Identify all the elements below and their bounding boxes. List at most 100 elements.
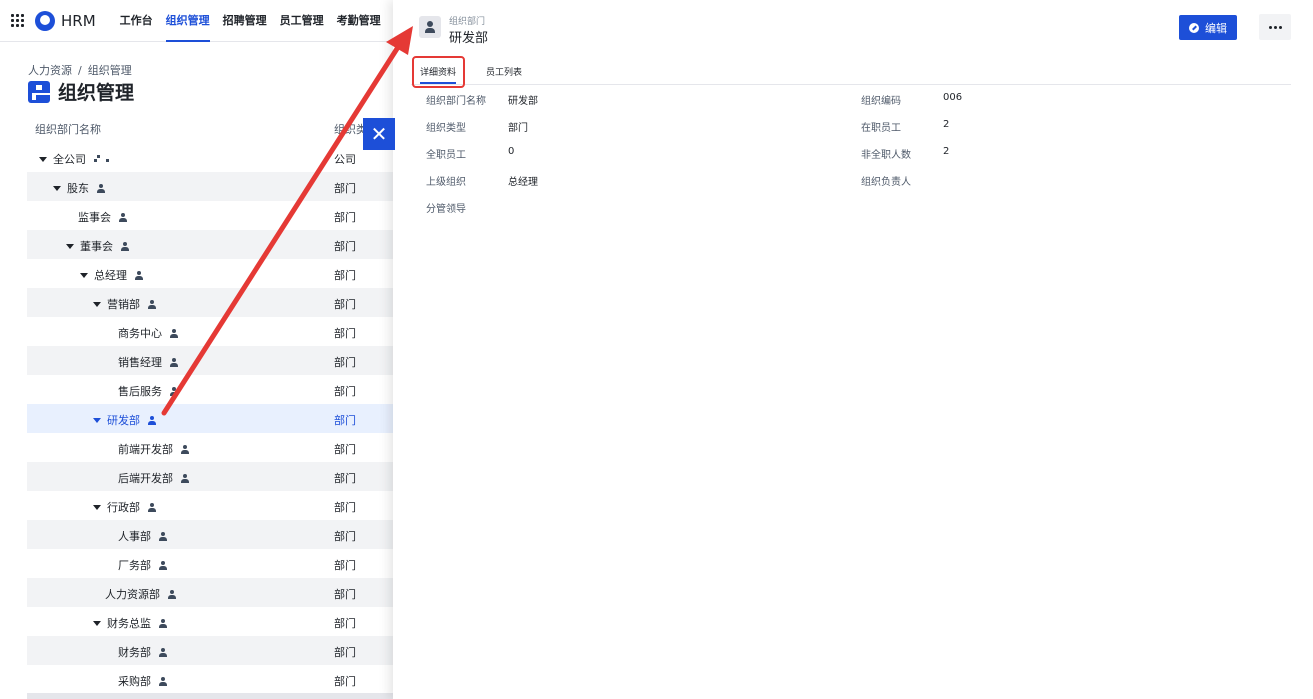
org-tree: 全公司 公司 股东 部门 监事会 部门 董事会 部门 总经理 部门 营销部 部门… [27,143,393,694]
tree-row-type: 部门 [334,530,356,543]
tree-row-name: 商务中心 [118,327,162,340]
page-title: 组织管理 [58,82,135,104]
tree-row[interactable]: 营销部 部门 [27,288,393,317]
nav-item-recruit[interactable]: 招聘管理 [223,0,267,42]
field-value: 2 [943,146,950,157]
tree-row[interactable]: 人力资源部 部门 [27,578,393,607]
chevron-down-icon[interactable] [93,620,101,626]
tree-row-type: 部门 [334,327,356,340]
tree-row-type: 部门 [334,182,356,195]
close-icon: ✕ [370,122,388,146]
person-icon [97,183,105,193]
person-icon [170,386,178,396]
chevron-down-icon[interactable] [93,504,101,510]
detail-drawer: 组织部门 研发部 编辑 详细资料 员工列表 组织部门名称 研发部 组织编码 00… [393,0,1313,699]
person-icon [170,357,178,367]
tab-employee-list[interactable]: 员工列表 [486,65,522,78]
tree-row[interactable]: 销售经理 部门 [27,346,393,375]
person-icon [148,415,156,425]
edit-button[interactable]: 编辑 [1179,15,1237,40]
tree-row[interactable]: 售后服务 部门 [27,375,393,404]
person-icon [159,647,167,657]
column-header-name: 组织部门名称 [35,123,101,136]
table-scrollbar[interactable] [27,693,393,699]
field-label: 上级组织 [426,177,466,188]
org-chart-icon [28,80,54,103]
drawer-tabs: 详细资料 员工列表 [411,58,1291,85]
page-header: 组织管理 [28,78,134,105]
apps-grid-icon[interactable] [11,13,25,28]
tree-row-name: 全公司 [53,153,86,166]
person-icon [159,676,167,686]
tree-row-name: 财务总监 [107,617,151,630]
tree-row[interactable]: 前端开发部 部门 [27,433,393,462]
breadcrumb-root[interactable]: 人力资源 [28,64,72,77]
breadcrumb-current: 组织管理 [87,64,132,77]
field-label: 组织负责人 [861,177,911,188]
tree-row[interactable]: 行政部 部门 [27,491,393,520]
close-drawer-button[interactable]: ✕ [363,118,395,150]
org-chart-icon [94,155,109,163]
person-icon [159,531,167,541]
person-icon [148,299,156,309]
chevron-down-icon[interactable] [53,185,61,191]
tree-row[interactable]: 监事会 部门 [27,201,393,230]
tree-row-type: 部门 [334,385,356,398]
chevron-down-icon[interactable] [93,417,101,423]
nav-item-org[interactable]: 组织管理 [165,0,210,42]
tree-row-type: 部门 [334,443,356,456]
tree-row-type: 部门 [334,501,356,514]
field-value: 部门 [508,123,528,134]
tree-row-name: 人事部 [118,530,151,543]
nav-item-employee[interactable]: 员工管理 [280,0,324,42]
person-icon [181,473,189,483]
tree-row-name: 股东 [67,182,89,195]
tree-row[interactable]: 总经理 部门 [27,259,393,288]
tree-row[interactable]: 全公司 公司 [27,143,393,172]
tree-row-type: 部门 [334,617,356,630]
tree-row[interactable]: 股东 部门 [27,172,393,201]
tree-row-name: 行政部 [107,501,140,514]
field-value: 006 [943,92,963,103]
field-label: 组织类型 [426,123,466,134]
chevron-down-icon[interactable] [80,272,88,278]
field-label: 组织部门名称 [426,96,486,107]
tree-row-name: 销售经理 [118,356,162,369]
tree-row-type: 部门 [334,269,356,282]
person-icon [168,589,176,599]
tree-row[interactable]: 人事部 部门 [27,520,393,549]
tree-row-type: 部门 [334,646,356,659]
tree-row-name: 厂务部 [118,559,151,572]
tree-row-type: 部门 [334,356,356,369]
field-label: 非全职人数 [861,150,911,161]
tree-row[interactable]: 后端开发部 部门 [27,462,393,491]
tree-row[interactable]: 采购部 部门 [27,665,393,694]
person-icon [135,270,143,280]
tree-row[interactable]: 商务中心 部门 [27,317,393,346]
tree-row[interactable]: 财务部 部门 [27,636,393,665]
tree-row-name: 后端开发部 [118,472,173,485]
tree-row[interactable]: 财务总监 部门 [27,607,393,636]
field-label: 分管领导 [426,204,466,215]
top-nav: HRM 工作台 组织管理 招聘管理 员工管理 考勤管理 [0,0,400,42]
tree-row-type: 部门 [334,240,356,253]
nav-item-attendance[interactable]: 考勤管理 [337,0,381,42]
field-value: 2 [943,119,950,130]
tree-row-selected[interactable]: 研发部 部门 [27,404,393,433]
nav-item-workbench[interactable]: 工作台 [120,0,153,42]
person-icon [119,212,127,222]
tree-row-name: 监事会 [78,211,111,224]
chevron-down-icon[interactable] [39,156,47,162]
more-options-button[interactable] [1259,14,1291,40]
person-icon [170,328,178,338]
tree-row-type: 部门 [334,414,356,427]
tree-row[interactable]: 董事会 部门 [27,230,393,259]
drawer-subtitle: 组织部门 [449,17,486,27]
chevron-down-icon[interactable] [93,301,101,307]
person-icon [419,16,441,38]
chevron-down-icon[interactable] [66,243,74,249]
tree-row-type: 部门 [334,472,356,485]
tree-row[interactable]: 厂务部 部门 [27,549,393,578]
tree-row-name: 财务部 [118,646,151,659]
field-value: 0 [508,146,515,157]
